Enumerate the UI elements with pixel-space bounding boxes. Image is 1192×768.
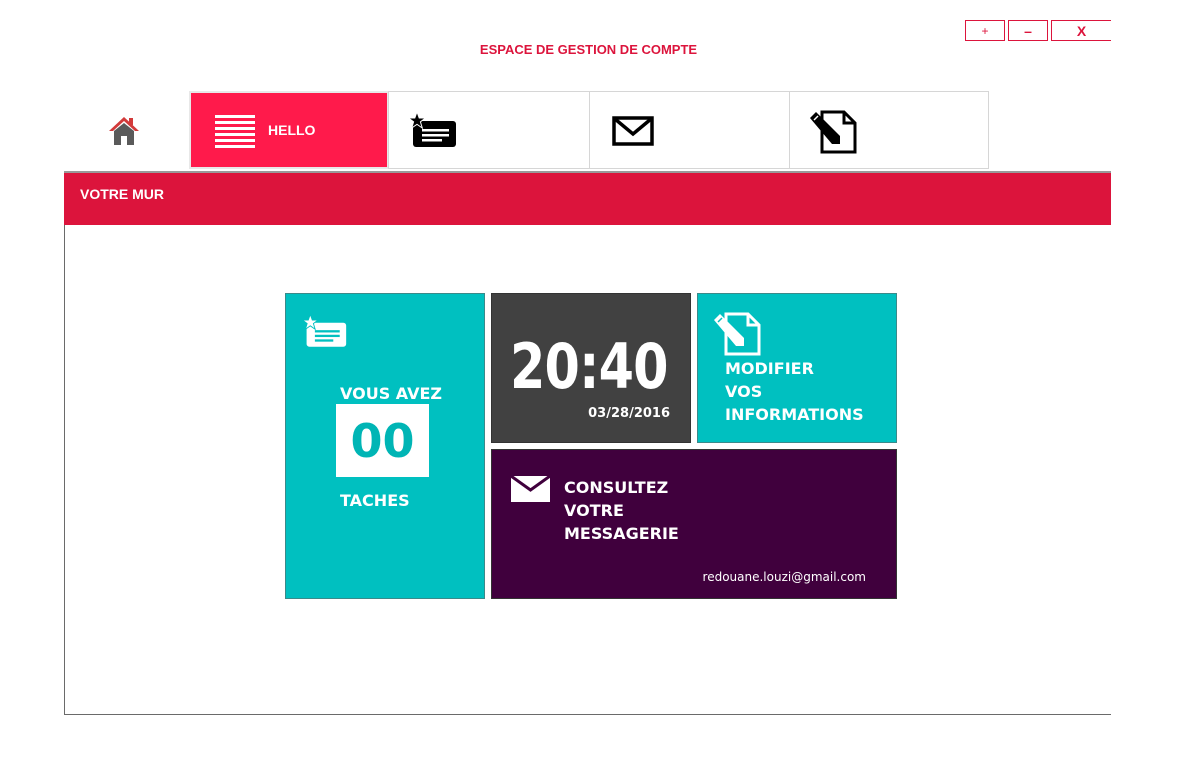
close-button[interactable]: X [1051, 20, 1111, 41]
modify-info-text: MODIFIER VOS INFORMATIONS [725, 357, 864, 426]
modify-line-2: VOS [725, 382, 763, 401]
messages-tile[interactable]: CONSULTEZ VOTRE MESSAGERIE redouane.louz… [491, 449, 897, 599]
messages-line-1: CONSULTEZ [564, 478, 669, 497]
panel-border-left [64, 225, 65, 715]
tasks-count: 00 [336, 404, 429, 477]
tasks-tile[interactable]: VOUS AVEZ 00 TACHES [285, 293, 485, 599]
clock-time: 20:40 [510, 330, 669, 403]
tab-messages[interactable] [589, 91, 790, 169]
list-icon [215, 115, 255, 148]
wall-header: VOTRE MUR [80, 186, 164, 202]
modify-info-tile[interactable]: MODIFIER VOS INFORMATIONS [697, 293, 897, 443]
clock-date: 03/28/2016 [588, 406, 670, 421]
tab-tasks[interactable] [388, 91, 590, 169]
modify-line-1: MODIFIER [725, 359, 814, 378]
clock-tile: 20:40 03/28/2016 [491, 293, 691, 443]
tab-hello-label: HELLO [268, 122, 316, 138]
tasks-lead-text: VOUS AVEZ [340, 384, 442, 403]
mail-icon [612, 116, 654, 146]
modify-line-3: INFORMATIONS [725, 405, 864, 424]
tab-hello[interactable]: HELLO [189, 91, 389, 169]
messages-line-3: MESSAGERIE [564, 524, 679, 543]
home-icon [109, 117, 139, 145]
user-email: redouane.louzi@gmail.com [702, 570, 866, 584]
home-button[interactable] [104, 113, 144, 149]
tasks-star-icon [408, 112, 456, 147]
edit-document-icon [714, 312, 761, 356]
tasks-tail-text: TACHES [340, 491, 410, 510]
maximize-button[interactable]: + [965, 20, 1005, 41]
app-title: ESPACE DE GESTION DE COMPTE [479, 42, 698, 57]
messages-line-2: VOTRE [564, 501, 624, 520]
panel-border-bottom [64, 714, 1111, 715]
wall-header-bar: VOTRE MUR [64, 173, 1111, 225]
tasks-star-icon [302, 314, 347, 347]
mail-icon [511, 476, 550, 502]
messages-text: CONSULTEZ VOTRE MESSAGERIE [564, 476, 679, 545]
minimize-button[interactable]: – [1008, 20, 1048, 41]
edit-document-icon [810, 110, 857, 154]
tab-edit[interactable] [789, 91, 989, 169]
